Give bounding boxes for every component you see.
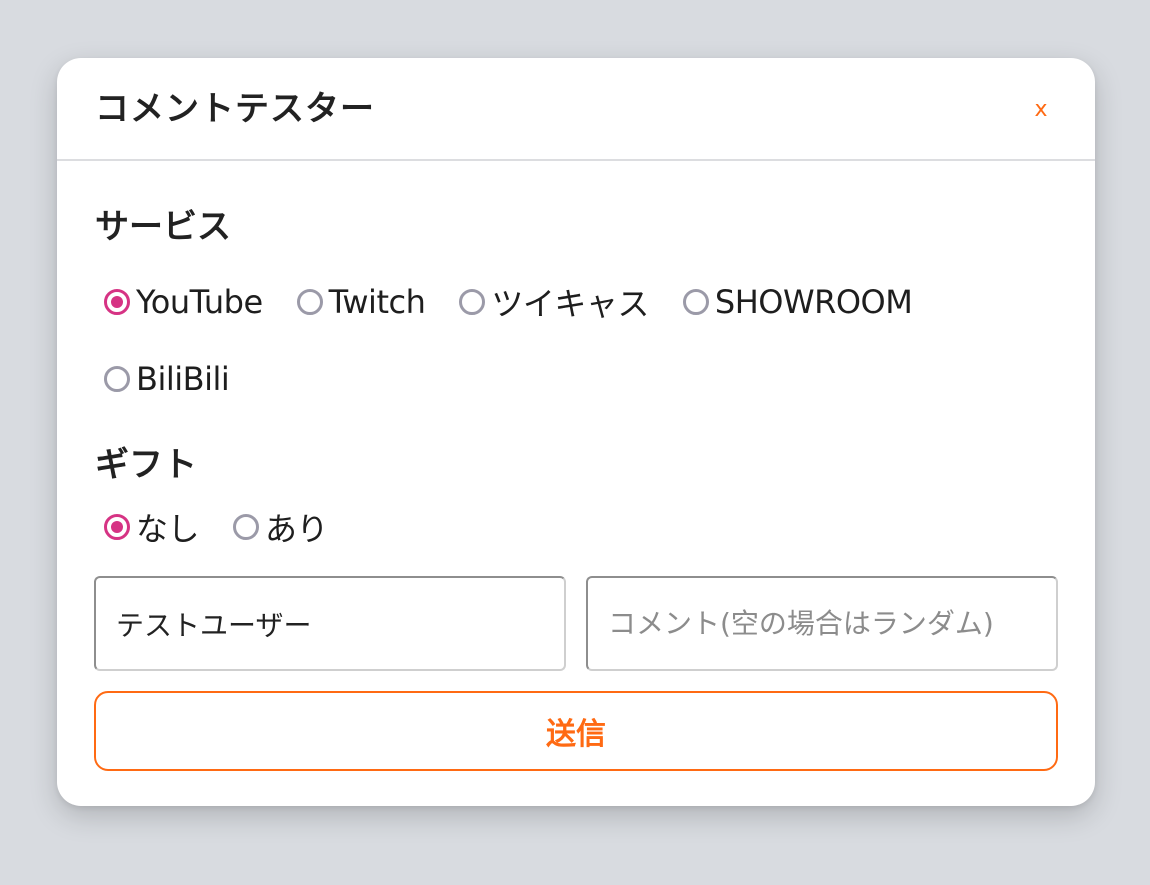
radio-unchecked-icon[interactable] [682,289,709,315]
close-button[interactable]: x [1027,96,1055,124]
service-radio-group-row2: BiliBili [104,357,230,401]
gift-option-label: あり [265,510,329,548]
gift-radio-group: なし あり [104,504,329,550]
radio-unchecked-icon[interactable] [296,289,323,315]
service-option-showroom[interactable]: SHOWROOM [682,283,913,321]
radio-unchecked-icon[interactable] [459,289,486,315]
radio-unchecked-icon[interactable] [104,366,130,392]
username-input[interactable] [94,576,566,671]
service-option-twitch[interactable]: Twitch [296,283,426,321]
service-option-label: Twitch [328,283,426,321]
gift-option-none[interactable]: なし [104,504,200,550]
gift-option-label: なし [136,510,200,548]
service-option-youtube[interactable]: YouTube [104,283,263,321]
submit-button[interactable]: 送信 [94,691,1058,771]
gift-option-yes[interactable]: あり [233,504,329,550]
radio-checked-icon[interactable] [104,289,130,315]
service-option-twitcasting[interactable]: ツイキャス [459,279,649,325]
comment-input[interactable] [586,576,1058,671]
service-option-label: BiliBili [136,360,230,398]
service-option-label: SHOWROOM [714,283,913,321]
service-option-label: YouTube [136,283,263,321]
gift-section-label: ギフト [95,445,197,485]
dialog-title: コメントテスター [95,89,375,129]
comment-tester-dialog: コメントテスター x サービス YouTube Twitch ツイキャス SHO… [57,58,1095,806]
radio-checked-icon[interactable] [104,514,130,540]
service-option-bilibili[interactable]: BiliBili [104,360,230,398]
service-option-label: ツイキャス [491,285,649,323]
service-radio-group: YouTube Twitch ツイキャス SHOWROOM [104,279,913,325]
radio-unchecked-icon[interactable] [233,514,260,540]
service-section-label: サービス [95,207,231,247]
dialog-header: コメントテスター x [57,58,1095,161]
